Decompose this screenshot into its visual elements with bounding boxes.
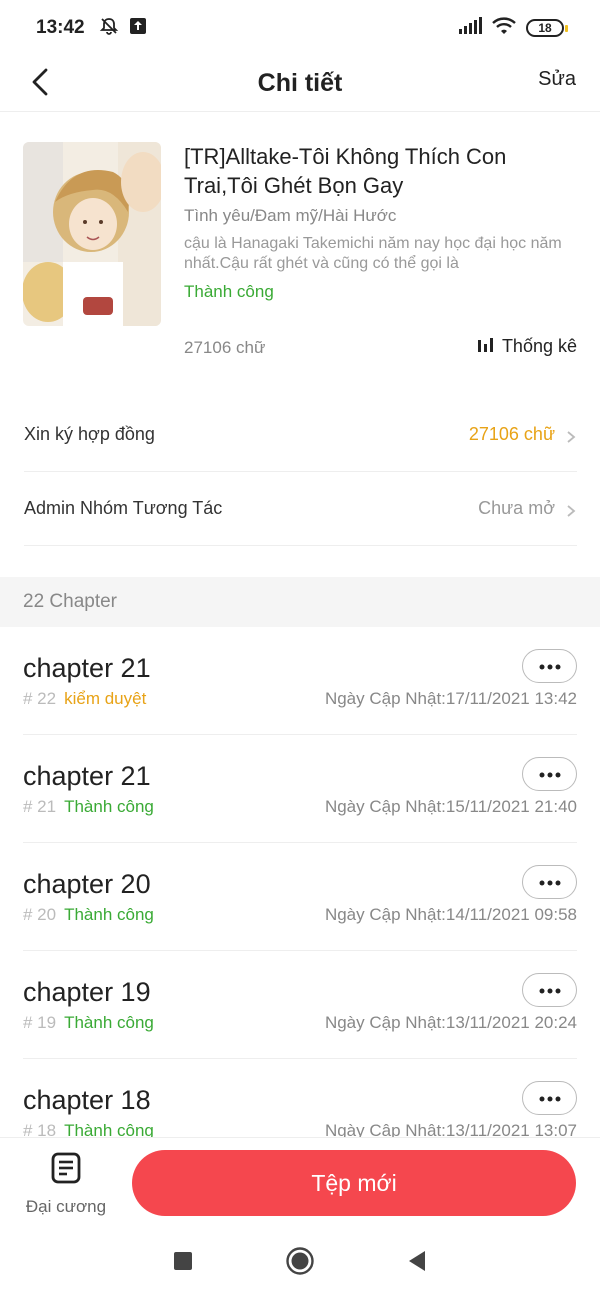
mute-icon <box>99 16 119 41</box>
wifi-icon <box>492 16 516 40</box>
more-dots-icon <box>539 981 561 999</box>
more-dots-icon <box>539 1089 561 1107</box>
book-status: Thành công <box>184 282 274 301</box>
bar-chart-icon <box>477 336 494 357</box>
admin-group-label: Admin Nhóm Tương Tác <box>24 498 223 518</box>
admin-group-row[interactable]: Admin Nhóm Tương Tác Chưa mở <box>24 472 577 546</box>
book-cover-image[interactable] <box>23 142 161 326</box>
contract-value: 27106 chữ <box>468 424 555 444</box>
chapter-row[interactable]: chapter 21 # 21 Thành công Ngày Cập Nhật… <box>23 735 577 843</box>
chapter-list[interactable]: chapter 21 # 22 kiểm duyệt Ngày Cập Nhật… <box>0 627 600 1137</box>
chapter-status: kiểm duyệt <box>64 689 147 708</box>
status-time: 13:42 <box>36 17 85 38</box>
chapter-row[interactable]: chapter 18 # 18 Thành công Ngày Cập Nhật… <box>23 1059 577 1137</box>
chapter-number: # 21 <box>23 797 57 816</box>
book-title: [TR]Alltake-Tôi Không Thích Con Trai,Tôi… <box>184 144 507 198</box>
back-nav-icon[interactable] <box>407 1250 427 1277</box>
book-description: cậu là Hanagaki Takemichi năm nay học đạ… <box>184 235 562 272</box>
chapter-row[interactable]: chapter 19 # 19 Thành công Ngày Cập Nhật… <box>23 951 577 1059</box>
more-options-button[interactable] <box>522 973 577 1007</box>
chapter-updated-date: Ngày Cập Nhật:17/11/2021 13:42 <box>324 689 577 708</box>
header: Chi tiết Sửa <box>0 56 600 112</box>
contract-label: Xin ký hợp đồng <box>24 424 155 444</box>
chapter-updated-date: Ngày Cập Nhật:15/11/2021 21:40 <box>324 797 577 816</box>
more-options-button[interactable] <box>522 865 577 899</box>
stats-button[interactable]: Thống kê <box>477 336 577 357</box>
signal-icon <box>458 16 482 40</box>
recent-apps-icon[interactable] <box>173 1251 193 1276</box>
outline-label: Đại cương <box>25 1197 107 1216</box>
upload-icon <box>129 17 147 40</box>
chapter-count-header: 22 Chapter <box>0 577 600 627</box>
new-file-button[interactable]: Tệp mới <box>132 1150 576 1216</box>
page-title: Chi tiết <box>257 69 343 97</box>
edit-button[interactable]: Sửa <box>538 68 576 91</box>
chapter-updated-date: Ngày Cập Nhật:14/11/2021 09:58 <box>324 905 577 924</box>
chapter-number: # 18 <box>23 1121 57 1137</box>
chapter-status: Thành công <box>64 905 154 924</box>
admin-group-value: Chưa mở <box>478 498 555 518</box>
chapter-status: Thành công <box>64 1121 154 1137</box>
chapter-status: Thành công <box>64 1013 154 1032</box>
chapter-title: chapter 21 <box>23 761 151 791</box>
book-word-count: 27106 chữ <box>184 338 266 357</box>
status-bar: 13:42 18 <box>0 0 600 56</box>
back-button[interactable] <box>22 64 58 104</box>
back-arrow-icon <box>31 68 49 101</box>
chapter-updated-date: Ngày Cập Nhật:13/11/2021 13:07 <box>324 1121 577 1137</box>
document-icon <box>51 1152 81 1189</box>
chapter-title: chapter 19 <box>23 977 151 1007</box>
contract-row[interactable]: Xin ký hợp đồng 27106 chữ <box>24 398 577 472</box>
more-dots-icon <box>539 657 561 675</box>
chevron-right-icon <box>565 428 577 443</box>
more-options-button[interactable] <box>522 1081 577 1115</box>
outline-button[interactable]: Đại cương <box>18 1152 114 1218</box>
chapter-row[interactable]: chapter 21 # 22 kiểm duyệt Ngày Cập Nhật… <box>23 627 577 735</box>
more-options-button[interactable] <box>522 757 577 791</box>
chapter-title: chapter 21 <box>23 653 151 683</box>
chapter-updated-date: Ngày Cập Nhật:13/11/2021 20:24 <box>324 1013 577 1032</box>
home-icon[interactable] <box>285 1246 315 1281</box>
battery-icon: 18 <box>526 19 568 37</box>
chapter-status: Thành công <box>64 797 154 816</box>
book-genre: Tình yêu/Đam mỹ/Hài Hước <box>184 206 397 225</box>
more-options-button[interactable] <box>522 649 577 683</box>
chapter-title: chapter 20 <box>23 869 151 899</box>
system-navigation-bar <box>0 1227 600 1300</box>
book-card: [TR]Alltake-Tôi Không Thích Con Trai,Tôi… <box>23 142 577 372</box>
chapter-row[interactable]: chapter 20 # 20 Thành công Ngày Cập Nhật… <box>23 843 577 951</box>
more-dots-icon <box>539 873 561 891</box>
bottom-action-bar: Đại cương Tệp mới <box>0 1137 600 1227</box>
chapter-number: # 22 <box>23 689 57 708</box>
more-dots-icon <box>539 765 561 783</box>
chapter-number: # 19 <box>23 1013 57 1032</box>
stats-label: Thống kê <box>501 336 577 356</box>
chevron-right-icon <box>565 502 577 517</box>
chapter-title: chapter 18 <box>23 1085 151 1115</box>
chapter-number: # 20 <box>23 905 57 924</box>
